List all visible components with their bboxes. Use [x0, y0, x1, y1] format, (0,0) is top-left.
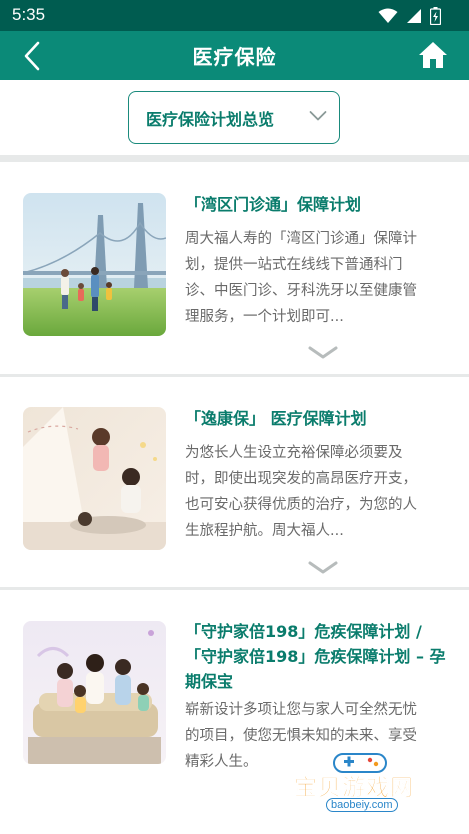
- filter-bar: 医疗保险计划总览: [0, 80, 469, 155]
- plan-overview-dropdown[interactable]: 医疗保险计划总览: [128, 91, 340, 144]
- plan-title: 「湾区门诊通」保障计划: [185, 195, 362, 214]
- watermark-url: baobeiy.com: [326, 798, 398, 812]
- plan-image: [23, 407, 166, 550]
- wifi-icon: [378, 8, 398, 23]
- status-time: 5:35: [12, 5, 46, 24]
- plan-card[interactable]: 「逸康保」 医疗保障计划 为悠长人生设立充裕保障必须要及时，即使出现突发的高昂医…: [0, 377, 469, 587]
- plan-description: 为悠长人生设立充裕保障必须要及时，即使出现突发的高昂医疗开支，也可安心获得优质的…: [185, 445, 417, 539]
- expand-chevron-icon[interactable]: [308, 560, 338, 576]
- plan-title: 「逸康保」 医疗保障计划: [185, 409, 367, 428]
- page-title: 医疗保险: [192, 45, 277, 69]
- status-icons: [378, 7, 441, 25]
- chevron-down-icon: [309, 111, 327, 121]
- expand-chevron-icon[interactable]: [308, 345, 338, 361]
- home-icon[interactable]: [417, 39, 449, 71]
- plan-title: 「守护家倍198」危疾保障计划 / 「守护家倍198」危疾保障计划 – 孕期保宝: [185, 622, 446, 691]
- divider: [0, 155, 469, 162]
- status-bar: 5:35: [0, 0, 469, 31]
- app-bar: 医疗保险: [0, 31, 469, 80]
- battery-icon: [430, 7, 441, 25]
- watermark-text: 宝贝游戏网: [294, 775, 414, 802]
- plan-description: 周大福人寿的「湾区门诊通」保障计划，提供一站式在线线下普通科门诊、中医门诊、牙科…: [185, 231, 417, 325]
- watermark-logo: 宝贝游戏网 baobeiy.com: [288, 748, 438, 828]
- plan-image: [23, 193, 166, 336]
- plan-image: [23, 621, 166, 764]
- plan-card[interactable]: 「湾区门诊通」保障计划 周大福人寿的「湾区门诊通」保障计划，提供一站式在线线下普…: [0, 162, 469, 374]
- dropdown-selected-value: 医疗保险计划总览: [146, 109, 275, 129]
- signal-icon: [407, 9, 421, 23]
